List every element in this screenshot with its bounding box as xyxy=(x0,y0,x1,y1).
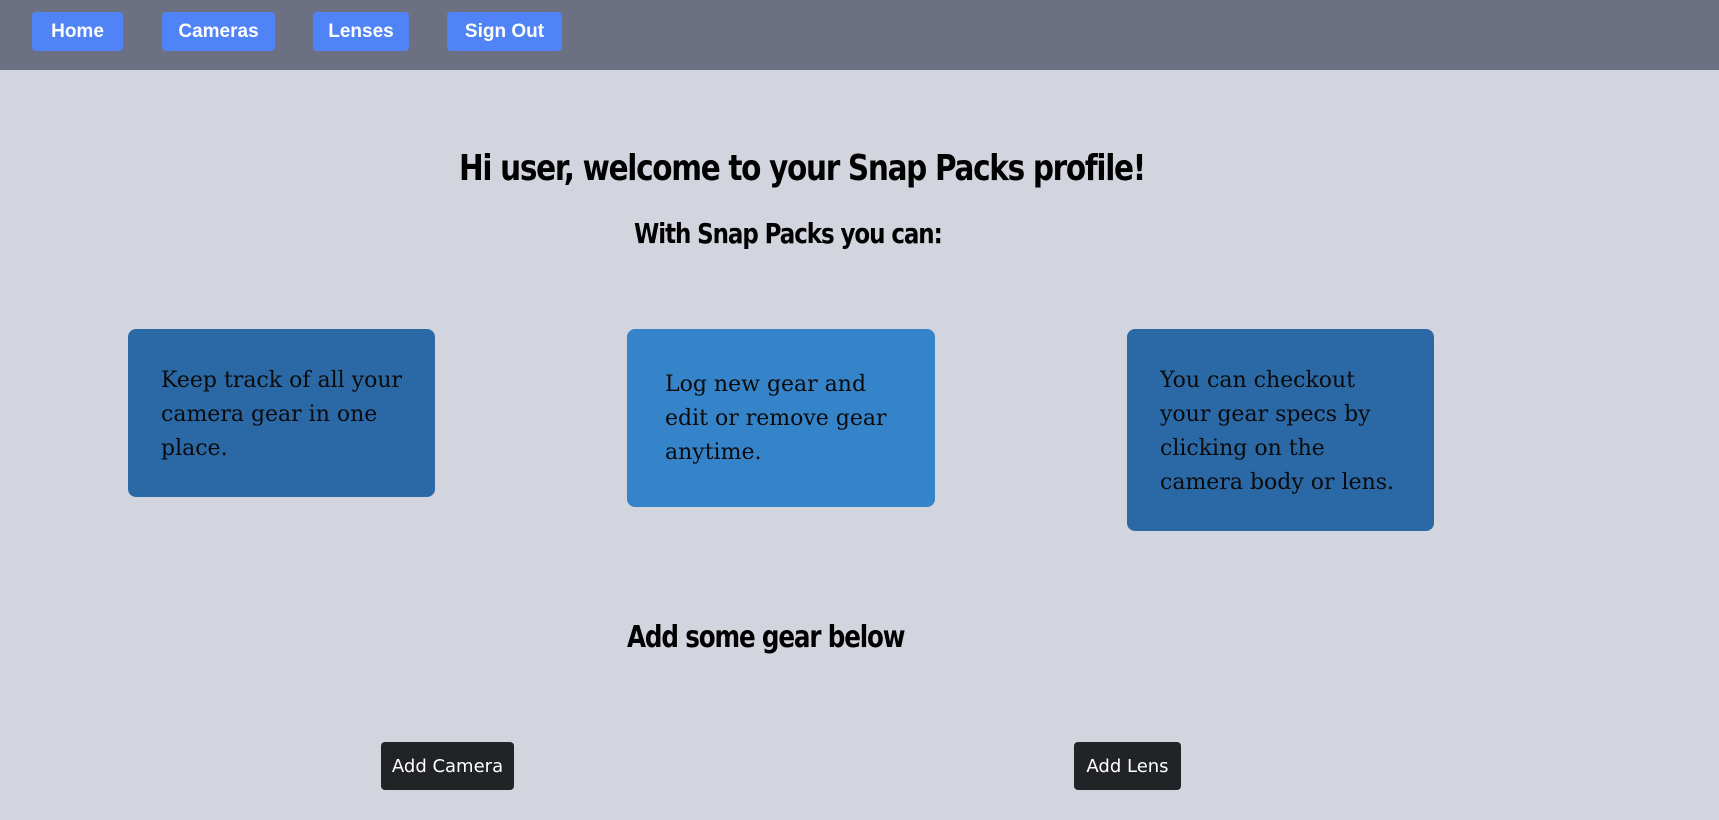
nav-home-button[interactable]: Home xyxy=(32,12,123,51)
nav-cameras-button[interactable]: Cameras xyxy=(162,12,275,51)
nav-lenses-button[interactable]: Lenses xyxy=(313,12,409,51)
feature-card-text: Keep track of all your camera gear in on… xyxy=(161,368,403,461)
feature-card-text: You can checkout your gear specs by clic… xyxy=(1160,368,1395,495)
add-gear-heading: Add some gear below xyxy=(627,620,906,655)
features-subheading: With Snap Packs you can: xyxy=(634,217,943,250)
feature-card-text: Log new gear and edit or remove gear any… xyxy=(665,372,887,465)
top-navbar: Home Cameras Lenses Sign Out xyxy=(0,0,1719,70)
nav-sign-out-button[interactable]: Sign Out xyxy=(447,12,562,51)
add-lens-button[interactable]: Add Lens xyxy=(1074,742,1181,790)
feature-card-log: Log new gear and edit or remove gear any… xyxy=(627,329,935,507)
feature-card-specs: You can checkout your gear specs by clic… xyxy=(1127,329,1434,531)
add-camera-button[interactable]: Add Camera xyxy=(381,742,514,790)
feature-card-track: Keep track of all your camera gear in on… xyxy=(128,329,435,497)
welcome-heading: Hi user, welcome to your Snap Packs prof… xyxy=(459,148,1146,189)
